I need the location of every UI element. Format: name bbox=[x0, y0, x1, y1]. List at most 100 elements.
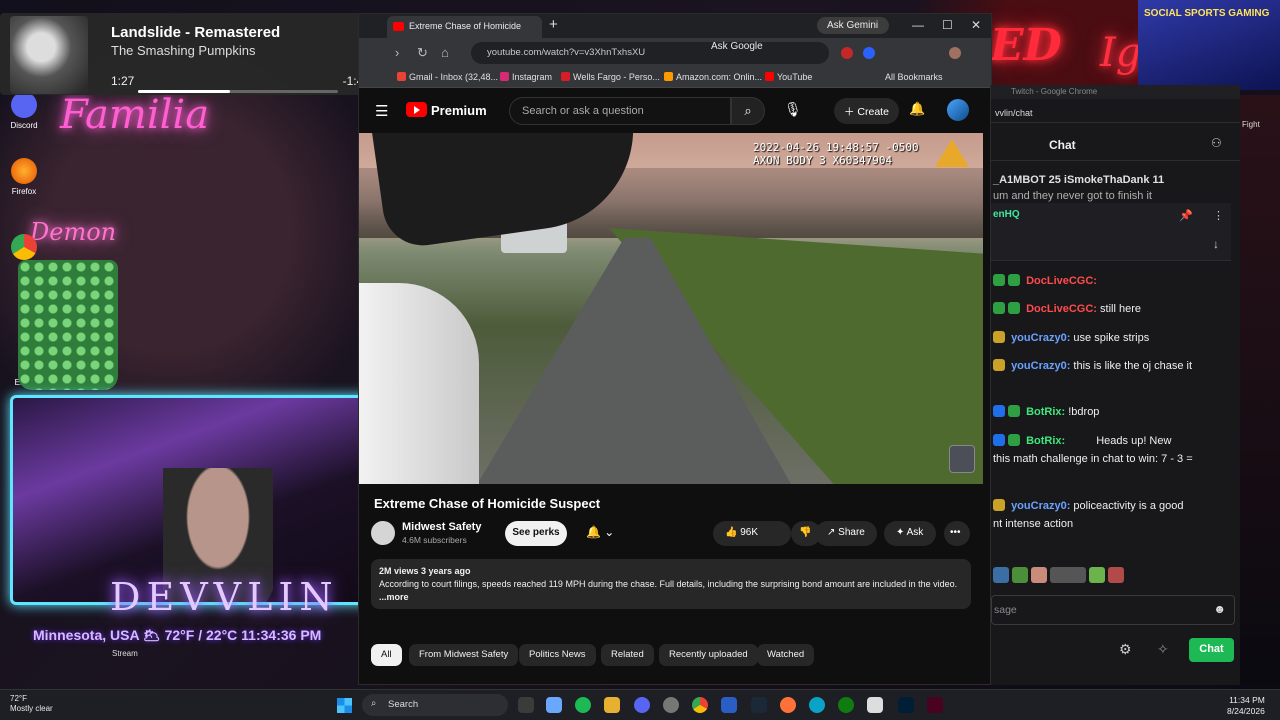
desktop-icon-chrome[interactable] bbox=[4, 234, 44, 263]
account-avatar[interactable] bbox=[947, 99, 969, 121]
channel-name[interactable]: Midwest Safety bbox=[402, 521, 481, 533]
bookmark-instagram[interactable]: Instagram bbox=[500, 72, 552, 82]
video-description[interactable]: 2M views 3 years ago According to court … bbox=[371, 559, 971, 609]
see-perks-button[interactable]: See perks bbox=[505, 521, 567, 546]
emote-picker-icon[interactable]: ☻ bbox=[1213, 602, 1226, 616]
like-button[interactable]: 👍 96K bbox=[713, 521, 791, 546]
emote-icon bbox=[993, 567, 1009, 583]
close-window-icon[interactable]: ✕ bbox=[971, 18, 981, 32]
chat-message: DocLiveCGC: still here bbox=[993, 302, 1233, 317]
subscription-bell-button[interactable]: 🔔 ⌄ bbox=[578, 521, 628, 546]
emote-icon bbox=[1031, 567, 1047, 583]
media-player-flyout[interactable]: Landslide - Remastered The Smashing Pump… bbox=[0, 13, 385, 95]
emote-icon bbox=[1089, 567, 1105, 583]
create-button[interactable]: ＋ Create bbox=[834, 98, 899, 124]
overlay-right-strip bbox=[1240, 95, 1280, 685]
home-icon[interactable]: ⌂ bbox=[441, 45, 449, 60]
chat-url[interactable]: vvlin/chat bbox=[991, 101, 1240, 123]
pinned-message: enHQ 📌 ⋮ ↓ bbox=[991, 203, 1231, 261]
chat-message-input[interactable]: sage ☻ bbox=[991, 595, 1235, 625]
file-explorer-icon[interactable] bbox=[604, 697, 620, 713]
youtube-search-input[interactable]: Search or ask a question bbox=[509, 97, 731, 125]
pinned-user: enHQ bbox=[993, 209, 1020, 220]
settings-gear-icon[interactable]: ⚙ bbox=[1119, 641, 1132, 658]
new-tab-button[interactable]: + bbox=[549, 16, 558, 33]
maximize-icon[interactable]: ☐ bbox=[942, 18, 953, 32]
description-text: According to court filings, speeds reach… bbox=[379, 579, 958, 589]
reload-icon[interactable]: ↻ bbox=[417, 45, 428, 61]
pin-icon[interactable]: 📌 bbox=[1179, 209, 1193, 222]
microphone-icon[interactable]: 🎙 bbox=[784, 101, 802, 118]
chip-related[interactable]: Related bbox=[601, 644, 654, 666]
tab-youtube-video[interactable]: Extreme Chase of Homicide ✕ bbox=[387, 16, 542, 38]
chip-recently-uploaded[interactable]: Recently uploaded bbox=[659, 644, 758, 666]
bookmark-gmail[interactable]: Gmail - Inbox (32,48... bbox=[397, 72, 498, 82]
chip-all[interactable]: All bbox=[371, 644, 402, 666]
track-title: Landslide - Remastered bbox=[111, 24, 281, 41]
chip-from-channel[interactable]: From Midwest Safety bbox=[409, 644, 519, 666]
track-progress-bar[interactable] bbox=[138, 90, 338, 93]
ask-button[interactable]: ✦ Ask bbox=[884, 521, 936, 546]
firefox-icon[interactable] bbox=[780, 697, 796, 713]
channel-watermark-icon[interactable] bbox=[949, 445, 975, 473]
steam-icon[interactable] bbox=[751, 697, 767, 713]
start-button-icon[interactable] bbox=[337, 698, 352, 713]
taskbar-weather[interactable]: 72°F Mostly clear bbox=[10, 694, 53, 714]
extension-icon[interactable] bbox=[863, 47, 875, 59]
video-player[interactable]: 2022-04-26 19:48:57 -0500 AXON BODY 3 X6… bbox=[359, 133, 983, 484]
chrome-icon[interactable] bbox=[692, 697, 708, 713]
instagram-icon bbox=[500, 72, 509, 81]
channel-avatar[interactable] bbox=[371, 521, 395, 545]
bell-icon: 🔔 bbox=[586, 525, 601, 539]
taskbar-search[interactable]: ⌕ Search bbox=[362, 694, 508, 716]
notifications-bell-icon[interactable]: 🔔 bbox=[909, 101, 925, 117]
chat-send-button[interactable]: Chat bbox=[1189, 638, 1234, 662]
back-icon[interactable]: › bbox=[395, 45, 399, 60]
video-police-cruiser bbox=[359, 283, 479, 484]
channel-points-icon[interactable]: ✧ bbox=[1157, 641, 1169, 658]
chip-politics-news[interactable]: Politics News bbox=[519, 644, 596, 666]
all-bookmarks[interactable]: All Bookmarks bbox=[885, 72, 943, 82]
copilot-icon[interactable] bbox=[546, 697, 562, 713]
bookmark-youtube[interactable]: YouTube bbox=[765, 72, 812, 82]
arrow-down-icon[interactable]: ↓ bbox=[1213, 237, 1219, 251]
extension-icon[interactable] bbox=[841, 47, 853, 59]
bookmark-amazon[interactable]: Amazon.com: Onlin... bbox=[664, 72, 762, 82]
search-icon[interactable]: ⌕ bbox=[731, 97, 765, 125]
ask-google-button[interactable]: Ask Google bbox=[711, 41, 763, 52]
chip-watched[interactable]: Watched bbox=[757, 644, 815, 666]
twitch-chat-window: Twitch - Google Chrome vvlin/chat Chat ⚇… bbox=[990, 85, 1240, 685]
menu-icon[interactable]: ☰ bbox=[375, 102, 388, 120]
more-options-icon[interactable]: ⋮ bbox=[1213, 209, 1224, 222]
profile-avatar[interactable] bbox=[949, 47, 961, 59]
chat-emote-row bbox=[993, 567, 1233, 586]
spotify-icon[interactable] bbox=[575, 697, 591, 713]
bookmark-wells-fargo[interactable]: Wells Fargo - Perso... bbox=[561, 72, 660, 82]
desktop-icon-firefox[interactable]: Firefox bbox=[4, 158, 44, 196]
search-icon: ⌕ bbox=[371, 698, 377, 709]
more-actions-button[interactable]: ••• bbox=[944, 521, 970, 546]
community-icon[interactable]: ⚇ bbox=[1211, 136, 1222, 150]
desktop-icon-discord[interactable]: Discord bbox=[4, 92, 44, 130]
taskbar-clock[interactable]: 11:34 PM 8/24/2026 bbox=[1227, 695, 1265, 717]
indesign-icon[interactable] bbox=[927, 697, 943, 713]
amazon-icon bbox=[664, 72, 673, 81]
overlay-right-text: Fight bbox=[1242, 120, 1260, 129]
share-button[interactable]: ↗ Share bbox=[815, 521, 877, 546]
discord-icon[interactable] bbox=[634, 697, 650, 713]
ask-gemini-button[interactable]: Ask Gemini bbox=[817, 17, 889, 34]
track-elapsed: 1:27 bbox=[111, 74, 135, 88]
notepad-icon[interactable] bbox=[867, 697, 883, 713]
url-bar[interactable]: youtube.com/watch?v=v3XhnTxhsXU bbox=[471, 42, 829, 64]
show-more-link[interactable]: ...more bbox=[379, 592, 409, 602]
edge-icon[interactable] bbox=[809, 697, 825, 713]
url-text: youtube.com/watch?v=v3XhnTxhsXU bbox=[487, 47, 646, 58]
xbox-icon[interactable] bbox=[838, 697, 854, 713]
store-icon[interactable] bbox=[721, 697, 737, 713]
youtube-logo-icon[interactable] bbox=[406, 102, 427, 117]
photoshop-icon[interactable] bbox=[898, 697, 914, 713]
obs-icon[interactable] bbox=[663, 697, 679, 713]
minimize-icon[interactable]: — bbox=[912, 18, 924, 32]
task-view-icon[interactable] bbox=[518, 697, 534, 713]
album-art bbox=[10, 16, 88, 94]
